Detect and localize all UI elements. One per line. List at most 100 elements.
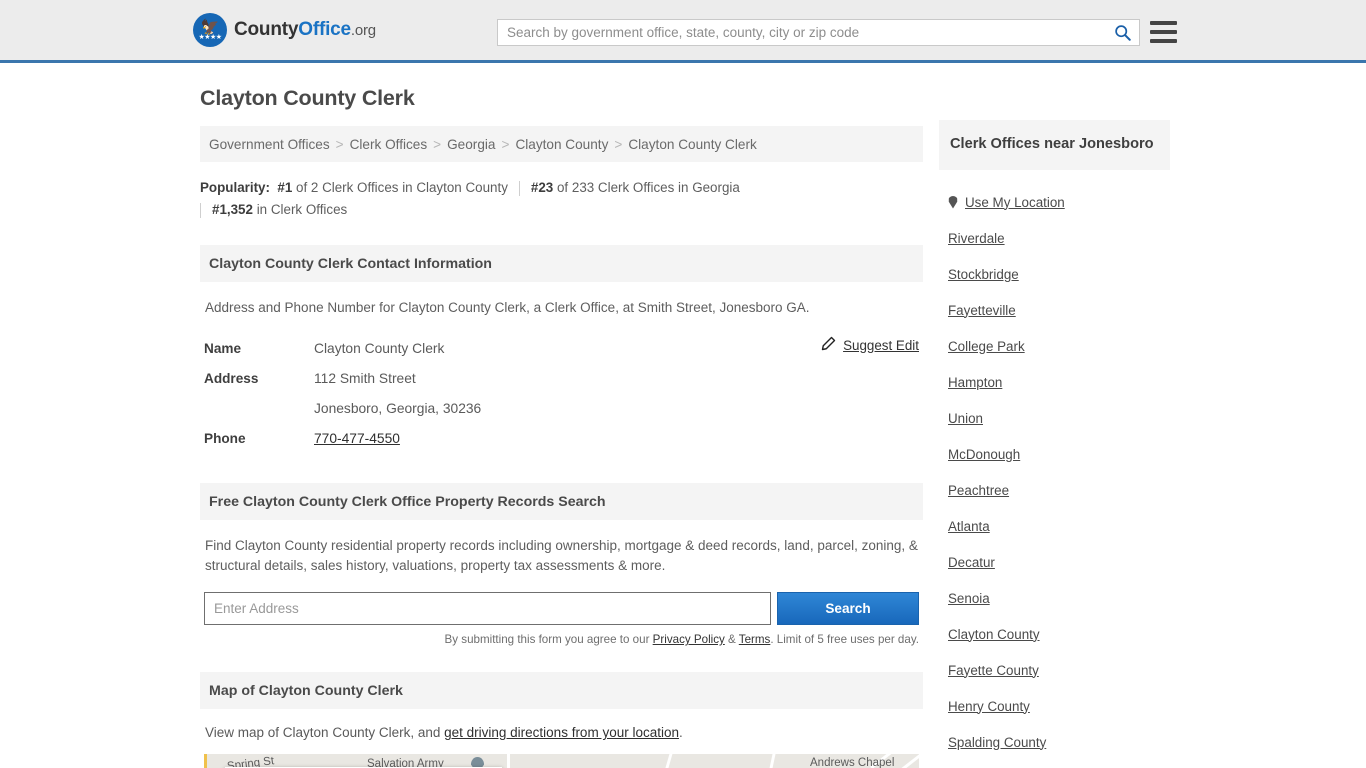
sidebar-item-mcdonough[interactable]: McDonough	[939, 436, 1170, 472]
sidebar-item-atlanta[interactable]: Atlanta	[939, 508, 1170, 544]
contact-table: Suggest Edit Name Clayton County Clerk A…	[204, 334, 919, 454]
sidebar-item-use-my-location[interactable]: Use My Location	[939, 184, 1170, 220]
suggest-edit-button[interactable]: Suggest Edit	[821, 336, 919, 354]
map-label-andrews-chapel: Andrews Chapel	[810, 757, 895, 768]
property-search-button[interactable]: Search	[777, 592, 919, 625]
breadcrumb-item-1[interactable]: Clerk Offices	[350, 137, 428, 152]
sidebar-link-label[interactable]: Riverdale	[948, 231, 1005, 246]
property-search-form: Search	[204, 592, 919, 625]
sidebar-link-label[interactable]: Peachtree	[948, 483, 1009, 498]
sidebar-item-henry-county[interactable]: Henry County	[939, 688, 1170, 724]
contact-row-citystate: Jonesboro, Georgia, 30236	[204, 394, 919, 424]
search-icon[interactable]	[1105, 20, 1139, 45]
popularity-item-2: #1,352 in Clerk Offices	[201, 199, 358, 221]
sidebar-link-label[interactable]: College Park	[948, 339, 1025, 354]
sidebar-item-fayette-county[interactable]: Fayette County	[939, 652, 1170, 688]
logo-text-county: County	[234, 19, 299, 40]
form-disclaimer: By submitting this form you agree to our…	[204, 633, 919, 646]
disclaimer-pre: By submitting this form you agree to our	[444, 633, 653, 646]
sidebar-item-college-park[interactable]: College Park	[939, 328, 1170, 364]
popularity-label-group: Popularity: #1 of 2 Clerk Offices in Cla…	[200, 177, 519, 199]
sidebar-item-decatur[interactable]: Decatur	[939, 544, 1170, 580]
main-content: Clayton County Clerk Government Offices …	[200, 86, 923, 768]
edit-pencil-icon	[821, 336, 836, 354]
global-search-box[interactable]	[497, 19, 1140, 46]
map-pin-icon	[948, 195, 958, 209]
contact-row-name: Name Clayton County Clerk	[204, 334, 919, 364]
contact-value-name: Clayton County Clerk	[314, 341, 445, 356]
sidebar-item-peachtree[interactable]: Peachtree	[939, 472, 1170, 508]
contact-label-blank	[204, 394, 314, 424]
sidebar-item-stockbridge[interactable]: Stockbridge	[939, 256, 1170, 292]
sidebar-link-label[interactable]: Decatur	[948, 555, 995, 570]
sidebar-link-label[interactable]: McDonough	[948, 447, 1020, 462]
breadcrumb: Government Offices > Clerk Offices > Geo…	[200, 126, 923, 162]
popularity-text-0: of 2 Clerk Offices in Clayton County	[296, 180, 508, 195]
breadcrumb-separator: >	[501, 136, 510, 152]
popularity-rank-0: #1	[277, 180, 293, 195]
sidebar-link-label[interactable]: Union	[948, 411, 983, 426]
breadcrumb-item-2[interactable]: Georgia	[447, 137, 495, 152]
breadcrumb-item-0[interactable]: Government Offices	[209, 137, 330, 152]
sidebar-link-label[interactable]: Senoia	[948, 591, 990, 606]
contact-label-name: Name	[204, 341, 242, 356]
property-blurb: Find Clayton County residential property…	[205, 538, 918, 573]
logo-text: CountyOffice.org	[234, 19, 376, 41]
popularity-rank-1: #23	[530, 180, 554, 195]
disclaimer-amp: &	[724, 633, 739, 646]
hamburger-menu-icon[interactable]	[1150, 17, 1177, 47]
popularity-stats: Popularity: #1 of 2 Clerk Offices in Cla…	[200, 177, 923, 221]
logo-text-office: Office	[298, 19, 351, 40]
sidebar-link-label[interactable]: Fayette County	[948, 663, 1039, 678]
terms-link[interactable]: Terms	[739, 633, 771, 646]
popularity-label: Popularity:	[200, 180, 270, 195]
sidebar-item-clayton-county[interactable]: Clayton County	[939, 616, 1170, 652]
sidebar: Clerk Offices near Jonesboro Use My Loca…	[939, 120, 1170, 760]
sidebar-link-label[interactable]: Hampton	[948, 375, 1002, 390]
breadcrumb-item-3[interactable]: Clayton County	[515, 137, 608, 152]
map-section: Map of Clayton County Clerk View map of …	[200, 672, 923, 768]
sidebar-link-label[interactable]: Stockbridge	[948, 267, 1019, 282]
breadcrumb-item-4[interactable]: Clayton County Clerk	[628, 137, 756, 152]
popularity-item-1: #23 of 233 Clerk Offices in Georgia	[520, 177, 751, 199]
map-description: View map of Clayton County Clerk, and ge…	[205, 725, 919, 740]
sidebar-link-label[interactable]: Fayetteville	[948, 303, 1016, 318]
sidebar-link-label[interactable]: Atlanta	[948, 519, 990, 534]
popularity-text-1: of 233 Clerk Offices in Georgia	[556, 180, 740, 195]
site-header: 🦅 ★★★★ CountyOffice.org	[0, 0, 1366, 63]
contact-label-address: Address	[204, 371, 259, 386]
suggest-edit-label: Suggest Edit	[843, 337, 919, 353]
sidebar-link-label[interactable]: Henry County	[948, 699, 1030, 714]
map-line-post: .	[678, 725, 683, 740]
site-logo[interactable]: 🦅 ★★★★ CountyOffice.org	[193, 13, 376, 47]
use-my-location-link[interactable]: Use My Location	[965, 195, 1065, 210]
sidebar-item-union[interactable]: Union	[939, 400, 1170, 436]
sidebar-item-riverdale[interactable]: Riverdale	[939, 220, 1170, 256]
privacy-policy-link[interactable]: Privacy Policy	[653, 633, 725, 646]
sidebar-item-fayetteville[interactable]: Fayetteville	[939, 292, 1170, 328]
sidebar-link-label[interactable]: Spalding County	[948, 735, 1046, 750]
sidebar-item-senoia[interactable]: Senoia	[939, 580, 1170, 616]
phone-link[interactable]: 770-477-4550	[314, 431, 400, 446]
search-input[interactable]	[498, 20, 1105, 45]
driving-directions-link[interactable]: get driving directions from your locatio…	[444, 725, 679, 740]
popularity-rank-2: #1,352	[212, 202, 253, 217]
contact-section-heading: Clayton County Clerk Contact Information	[200, 245, 923, 282]
address-input[interactable]	[204, 592, 771, 625]
eagle-seal-icon: 🦅 ★★★★	[193, 13, 227, 47]
breadcrumb-separator: >	[614, 136, 623, 152]
contact-row-phone: Phone 770-477-4550	[204, 424, 919, 454]
contact-value-citystate: Jonesboro, Georgia, 30236	[314, 401, 482, 416]
map-line-pre: View map of Clayton County Clerk, and	[205, 725, 445, 740]
sidebar-item-spalding-county[interactable]: Spalding County	[939, 724, 1170, 760]
logo-text-org: .org	[350, 22, 376, 39]
contact-value-street: 112 Smith Street	[314, 371, 416, 386]
breadcrumb-separator: >	[335, 136, 344, 152]
sidebar-link-label[interactable]: Clayton County	[948, 627, 1040, 642]
contact-section: Clayton County Clerk Contact Information…	[200, 245, 923, 454]
sidebar-item-hampton[interactable]: Hampton	[939, 364, 1170, 400]
sidebar-heading: Clerk Offices near Jonesboro	[939, 120, 1170, 170]
contact-row-address: Address 112 Smith Street	[204, 364, 919, 394]
map-section-heading: Map of Clayton County Clerk	[200, 672, 923, 709]
map-canvas[interactable]: Spring St Salvation Army Andrews Chapel …	[204, 754, 919, 768]
